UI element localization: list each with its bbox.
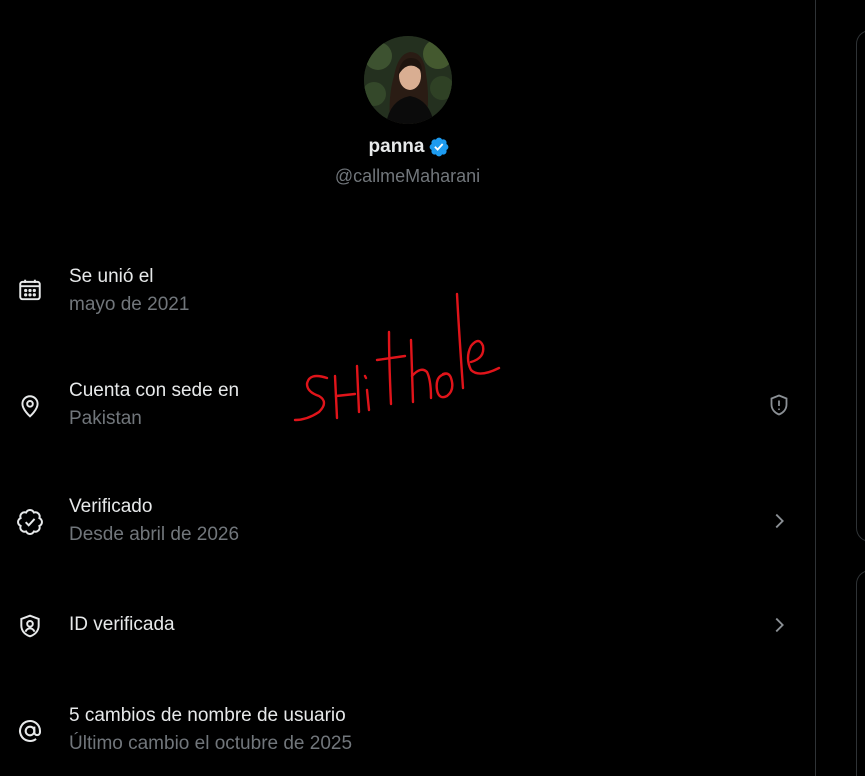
info-row-location: Cuenta con sede en Pakistan [0,378,815,442]
info-row-sub: Desde abril de 2026 [69,524,240,545]
name-row: panna [4,136,815,158]
info-row-text: Se unió el mayo de 2021 [69,264,189,318]
info-row-id-verified[interactable]: ID verificada [0,594,815,658]
info-row-sub: mayo de 2021 [69,294,190,315]
info-row-sub: Último cambio el octubre de 2025 [69,733,353,754]
info-row-text: ID verificada [69,612,175,638]
info-row-verified[interactable]: Verificado Desde abril de 2026 [0,494,815,558]
info-row-text: Cuenta con sede en Pakistan [69,378,239,432]
at-sign-icon [15,716,45,746]
info-row-label: Cuenta con sede en [69,380,240,401]
profile-header: panna @callmeMaharani [0,36,815,187]
info-row-label: Verificado [69,496,153,517]
info-row-label: ID verificada [69,614,175,635]
shield-alert-icon[interactable] [765,391,793,419]
column-divider [815,0,816,776]
chevron-right-icon[interactable] [765,611,793,639]
info-row-sub: Pakistan [69,408,142,429]
verified-badge-outline-icon [15,507,45,537]
info-row-joined: Se unió el mayo de 2021 [0,262,815,326]
avatar[interactable] [363,36,452,124]
info-row-text: 5 cambios de nombre de usuario Último ca… [69,703,352,757]
info-row-label: 5 cambios de nombre de usuario [69,705,346,726]
side-panel-card [856,30,865,542]
calendar-icon [15,275,45,305]
account-info-page: panna @callmeMaharani Se unió el mayo de… [0,0,865,776]
verified-badge-icon [428,136,450,158]
chevron-right-icon[interactable] [765,507,793,535]
side-panel-card [856,570,865,776]
username-handle: @callmeMaharani [334,166,481,186]
info-row-label: Se unió el [69,266,154,287]
location-pin-icon [15,391,45,421]
info-row-text: Verificado Desde abril de 2026 [69,494,239,548]
info-row-username-changes: 5 cambios de nombre de usuario Último ca… [0,703,815,767]
display-name: panna [368,136,425,157]
id-shield-icon [15,611,45,641]
